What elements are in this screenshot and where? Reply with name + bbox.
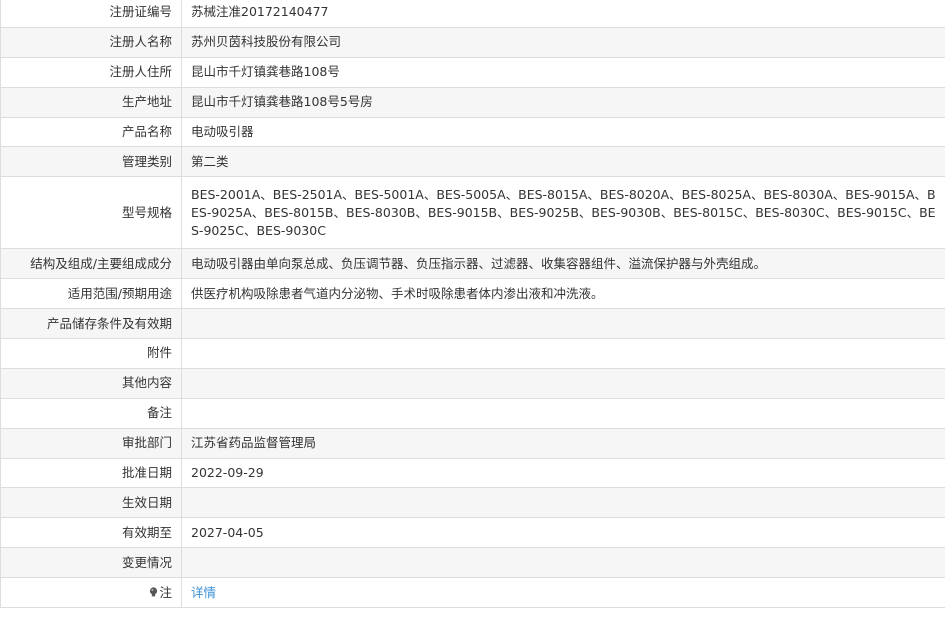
row-reg-no: 注册证编号 苏械注准20172140477 [0, 0, 945, 28]
label-usage: 适用范围/预期用途 [0, 278, 182, 310]
label-product-name: 产品名称 [0, 116, 182, 148]
label-note: 注 [0, 577, 182, 609]
value-remark [181, 397, 945, 429]
value-approve-date: 2022-09-29 [181, 457, 945, 489]
label-effective-date: 生效日期 [0, 487, 182, 519]
row-storage: 产品储存条件及有效期 [0, 308, 945, 340]
row-category: 管理类别 第二类 [0, 146, 945, 178]
value-category: 第二类 [181, 146, 945, 178]
row-structure: 结构及组成/主要组成成分 电动吸引器由单向泵总成、负压调节器、负压指示器、过滤器… [0, 248, 945, 280]
label-production: 生产地址 [0, 86, 182, 118]
row-other: 其他内容 [0, 367, 945, 399]
label-models: 型号规格 [0, 176, 182, 250]
row-registrant: 注册人名称 苏州贝茵科技股份有限公司 [0, 26, 945, 58]
row-changes: 变更情况 [0, 547, 945, 579]
row-approve-date: 批准日期 2022-09-29 [0, 457, 945, 489]
label-other: 其他内容 [0, 367, 182, 399]
value-valid-until: 2027-04-05 [181, 517, 945, 549]
label-registrant: 注册人名称 [0, 26, 182, 58]
value-models: BES-2001A、BES-2501A、BES-5001A、BES-5005A、… [181, 176, 945, 250]
value-usage: 供医疗机构吸除患者气道内分泌物、手术时吸除患者体内渗出液和冲洗液。 [181, 278, 945, 310]
value-production: 昆山市千灯镇龚巷路108号5号房 [181, 86, 945, 118]
value-attachment [181, 338, 945, 369]
value-dept: 江苏省药品监督管理局 [181, 427, 945, 459]
value-note: 详情 [181, 577, 945, 609]
row-address: 注册人住所 昆山市千灯镇龚巷路108号 [0, 56, 945, 88]
row-dept: 审批部门 江苏省药品监督管理局 [0, 427, 945, 459]
row-usage: 适用范围/预期用途 供医疗机构吸除患者气道内分泌物、手术时吸除患者体内渗出液和冲… [0, 278, 945, 310]
row-production: 生产地址 昆山市千灯镇龚巷路108号5号房 [0, 86, 945, 118]
row-valid-until: 有效期至 2027-04-05 [0, 517, 945, 549]
label-reg-no: 注册证编号 [0, 0, 182, 28]
label-attachment: 附件 [0, 338, 182, 369]
row-effective-date: 生效日期 [0, 487, 945, 519]
value-structure: 电动吸引器由单向泵总成、负压调节器、负压指示器、过滤器、收集容器组件、溢流保护器… [181, 248, 945, 280]
label-dept: 审批部门 [0, 427, 182, 459]
value-storage [181, 308, 945, 340]
details-link[interactable]: 详情 [191, 585, 216, 600]
row-models: 型号规格 BES-2001A、BES-2501A、BES-5001A、BES-5… [0, 176, 945, 250]
lightbulb-icon [149, 586, 158, 598]
row-note: 注 详情 [0, 577, 945, 609]
label-storage: 产品储存条件及有效期 [0, 308, 182, 340]
label-structure: 结构及组成/主要组成成分 [0, 248, 182, 280]
label-category: 管理类别 [0, 146, 182, 178]
label-address: 注册人住所 [0, 56, 182, 88]
value-changes [181, 547, 945, 579]
value-registrant: 苏州贝茵科技股份有限公司 [181, 26, 945, 58]
label-changes: 变更情况 [0, 547, 182, 579]
value-other [181, 367, 945, 399]
label-valid-until: 有效期至 [0, 517, 182, 549]
label-approve-date: 批准日期 [0, 457, 182, 489]
value-reg-no: 苏械注准20172140477 [181, 0, 945, 28]
note-label-text: 注 [159, 584, 172, 600]
label-remark: 备注 [0, 397, 182, 429]
value-effective-date [181, 487, 945, 519]
row-attachment: 附件 [0, 338, 945, 369]
value-address: 昆山市千灯镇龚巷路108号 [181, 56, 945, 88]
value-product-name: 电动吸引器 [181, 116, 945, 148]
registration-detail-table: 注册证编号 苏械注准20172140477 注册人名称 苏州贝茵科技股份有限公司… [0, 0, 945, 609]
row-product-name: 产品名称 电动吸引器 [0, 116, 945, 148]
row-remark: 备注 [0, 397, 945, 429]
